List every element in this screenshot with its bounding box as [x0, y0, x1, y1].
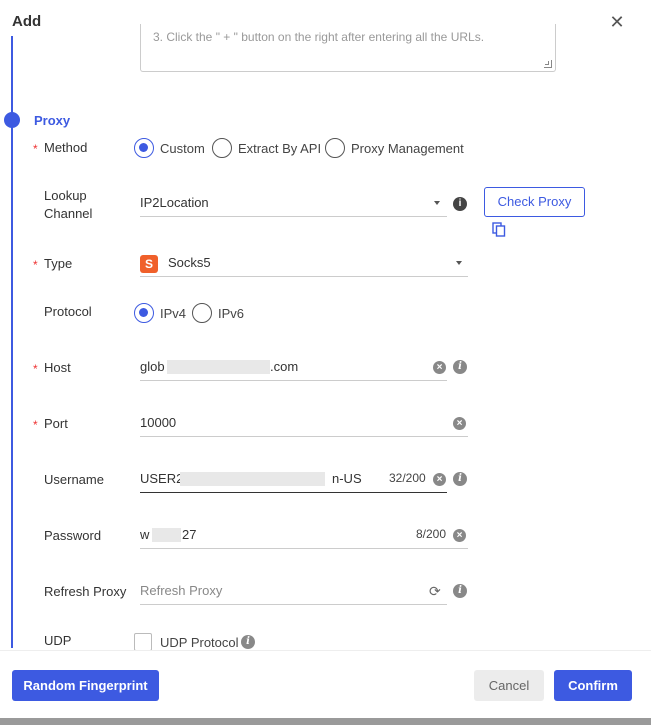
password-input[interactable]: w 27 8/200 — [140, 521, 468, 549]
udp-protocol-checkbox[interactable] — [134, 633, 152, 651]
port-input[interactable]: 10000 — [140, 409, 468, 437]
dialog-title: Add — [12, 13, 42, 30]
radio-label-ipv4[interactable]: IPv4 — [160, 305, 186, 323]
radio-label-custom[interactable]: Custom — [160, 140, 205, 158]
radio-method-extract-api[interactable] — [212, 138, 232, 158]
info-icon[interactable]: i — [453, 472, 467, 486]
username-label: Username — [44, 472, 104, 487]
host-value-prefix: glob — [140, 359, 165, 374]
close-icon[interactable]: ✕ — [608, 12, 626, 32]
username-counter: 32/200 — [389, 471, 426, 485]
lookup-channel-value: IP2Location — [140, 195, 209, 210]
info-icon[interactable]: i — [453, 584, 467, 598]
clear-icon[interactable]: × — [433, 361, 446, 374]
cancel-button[interactable]: Cancel — [474, 670, 544, 701]
confirm-button[interactable]: Confirm — [554, 670, 632, 701]
password-value-suffix: 27 — [182, 527, 197, 542]
redacted-mask — [167, 360, 270, 374]
username-value-suffix: n-US — [332, 471, 362, 486]
socks5-logo-icon: S — [140, 255, 158, 273]
port-label: Port — [44, 416, 68, 431]
lookup-label-line2: Channel — [44, 206, 93, 221]
host-label: Host — [44, 360, 71, 375]
required-mark: * — [33, 142, 38, 156]
host-input[interactable]: glob .com — [140, 353, 447, 381]
timeline-dot — [4, 112, 20, 128]
radio-protocol-ipv6[interactable] — [192, 303, 212, 323]
lookup-channel-select[interactable]: IP2Location — [140, 189, 447, 217]
info-icon[interactable]: i — [453, 360, 467, 374]
window-bottom-bar — [0, 718, 651, 725]
radio-label-proxy-management[interactable]: Proxy Management — [351, 140, 464, 158]
type-select[interactable]: Socks5 — [140, 249, 468, 277]
password-value-prefix: w — [140, 527, 150, 542]
required-mark: * — [33, 258, 38, 272]
check-proxy-button[interactable]: Check Proxy — [484, 187, 585, 217]
port-value: 10000 — [140, 415, 177, 430]
radio-method-custom[interactable] — [134, 138, 154, 158]
lookup-label-line1: Lookup — [44, 188, 87, 203]
username-input[interactable]: USER2 n-US 32/200 — [140, 465, 447, 493]
protocol-label: Protocol — [44, 304, 92, 319]
method-label: Method — [44, 140, 88, 155]
required-mark: * — [33, 418, 38, 432]
info-icon[interactable]: i — [241, 635, 255, 649]
chevron-down-icon[interactable] — [456, 261, 462, 265]
dialog-footer: Random Fingerprint Cancel Confirm — [0, 650, 651, 725]
password-counter: 8/200 — [416, 527, 447, 541]
resize-handle-icon[interactable] — [544, 60, 552, 68]
radio-protocol-ipv4[interactable] — [134, 303, 154, 323]
radio-label-extract-api[interactable]: Extract By API — [238, 140, 321, 158]
url-notes-hint: 3. Click the " + " button on the right a… — [153, 30, 485, 44]
refresh-proxy-placeholder: Refresh Proxy — [140, 583, 223, 598]
section-title-proxy: Proxy — [34, 113, 71, 128]
clear-icon[interactable]: × — [453, 417, 466, 430]
type-value: Socks5 — [168, 255, 211, 270]
lookup-channel-label: Lookup Channel — [44, 187, 92, 223]
type-label: Type — [44, 256, 73, 271]
random-fingerprint-button[interactable]: Random Fingerprint — [12, 670, 159, 701]
clear-icon[interactable]: × — [433, 473, 446, 486]
host-value-suffix: .com — [270, 359, 299, 374]
clear-icon[interactable]: × — [453, 529, 466, 542]
refresh-proxy-input[interactable]: Refresh Proxy — [140, 577, 447, 605]
add-proxy-dialog: Add ✕ 3. Click the " + " button on the r… — [0, 0, 651, 725]
chevron-down-icon[interactable] — [434, 201, 440, 205]
redacted-mask — [152, 528, 181, 542]
username-value-prefix: USER2 — [140, 471, 184, 486]
redacted-mask — [180, 472, 325, 486]
info-icon[interactable]: i — [453, 197, 467, 211]
refresh-proxy-label: Refresh Proxy — [44, 584, 127, 599]
password-label: Password — [44, 528, 102, 543]
radio-method-proxy-management[interactable] — [325, 138, 345, 158]
refresh-icon[interactable]: ⟳ — [429, 584, 441, 598]
copy-icon[interactable] — [492, 222, 506, 237]
required-mark: * — [33, 362, 38, 376]
url-notes-textarea[interactable]: 3. Click the " + " button on the right a… — [140, 24, 556, 72]
radio-label-ipv6[interactable]: IPv6 — [218, 305, 244, 323]
udp-label: UDP — [44, 633, 72, 648]
